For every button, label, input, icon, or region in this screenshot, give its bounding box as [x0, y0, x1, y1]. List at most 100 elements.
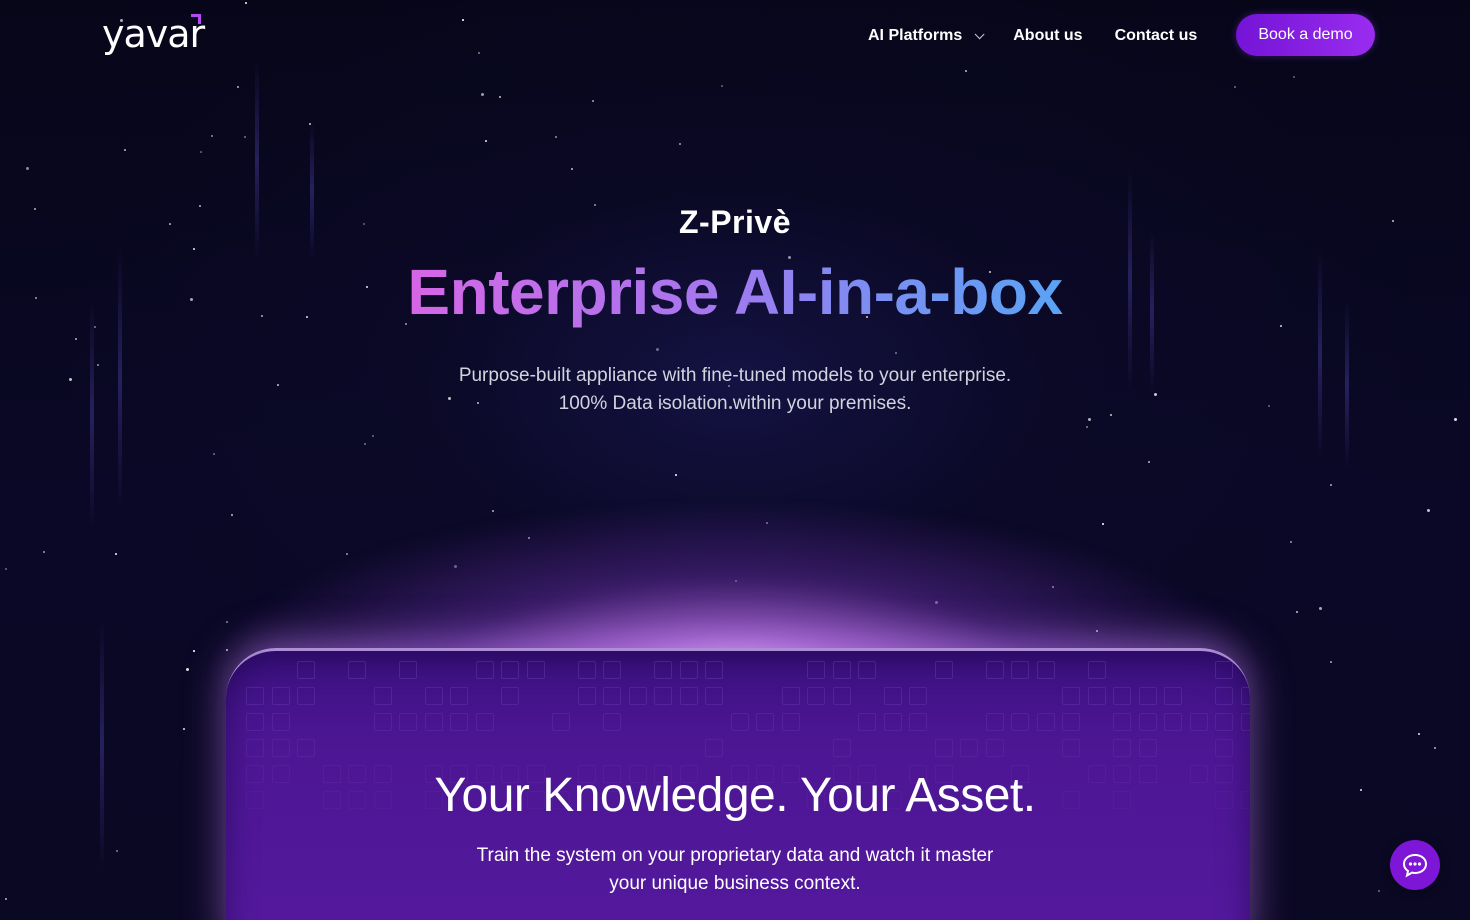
- star: [1319, 607, 1322, 610]
- hero-subtitle-line: 100% Data isolation within your premises…: [558, 393, 912, 414]
- star: [1102, 523, 1104, 525]
- landing-page: yavar AI Platforms About us Contact us B…: [0, 0, 1470, 920]
- star: [5, 568, 7, 570]
- grid-cell: [832, 661, 851, 679]
- star: [115, 553, 117, 555]
- grid-cell: [348, 661, 366, 679]
- star: [499, 96, 501, 98]
- grid-cell: [373, 713, 392, 731]
- grid-cell: [934, 661, 953, 679]
- grid-cell: [450, 713, 468, 731]
- star: [679, 143, 681, 145]
- nav-item-label: AI Platforms: [868, 27, 963, 44]
- grid-cell: [985, 713, 1004, 731]
- light-beam: [100, 620, 104, 870]
- box-subtitle-line: your unique business context.: [609, 873, 861, 894]
- grid-cell: [501, 661, 519, 679]
- grid-cell: [1036, 661, 1055, 679]
- star: [1330, 484, 1332, 486]
- grid-cell: [730, 713, 749, 731]
- star: [193, 248, 195, 250]
- hero-subtitle-line: Purpose-built appliance with fine-tuned …: [458, 365, 1012, 386]
- grid-cell: [399, 713, 417, 731]
- star: [721, 85, 723, 87]
- grid-cell: [858, 661, 876, 679]
- logo-mark-icon: [191, 14, 201, 24]
- grid-cell: [1087, 687, 1106, 705]
- grid-cell: [475, 661, 494, 679]
- hero-headline: Enterprise AI-in-a-box: [0, 254, 1470, 330]
- book-demo-button[interactable]: Book a demo: [1236, 14, 1375, 56]
- grid-cell: [1113, 739, 1131, 757]
- star: [213, 453, 215, 455]
- box-subtitle-line: Train the system on your proprietary dat…: [476, 845, 994, 866]
- grid-cell: [883, 687, 902, 705]
- grid-cell: [781, 687, 800, 705]
- grid-cell: [807, 687, 825, 705]
- grid-cell: [705, 661, 723, 679]
- grid-cell: [705, 687, 723, 705]
- grid-cell: [960, 739, 978, 757]
- grid-cell: [985, 661, 1004, 679]
- star: [1088, 418, 1091, 421]
- logo[interactable]: yavar: [102, 12, 205, 56]
- grid-cell: [1062, 713, 1080, 731]
- star: [555, 136, 557, 138]
- grid-cell: [909, 713, 927, 731]
- star: [592, 100, 594, 102]
- grid-cell: [552, 713, 570, 731]
- star: [1148, 461, 1150, 463]
- grid-cell: [1113, 713, 1131, 731]
- nav-item-about-us[interactable]: About us: [1013, 27, 1082, 45]
- grid-cell: [297, 661, 315, 679]
- grid-cell: [603, 687, 621, 705]
- grid-cell: [271, 713, 290, 731]
- star: [1434, 747, 1436, 749]
- grid-cell: [985, 739, 1004, 757]
- grid-cell: [1011, 713, 1029, 731]
- star: [231, 514, 233, 516]
- grid-cell: [1215, 687, 1233, 705]
- nav-item-contact-us[interactable]: Contact us: [1115, 27, 1198, 45]
- grid-cell: [297, 739, 315, 757]
- box-subtitle: Train the system on your proprietary dat…: [0, 842, 1470, 898]
- star: [1427, 509, 1430, 512]
- grid-cell: [1215, 713, 1233, 731]
- grid-cell: [501, 687, 519, 705]
- grid-cell: [1164, 713, 1182, 731]
- hero-subtitle: Purpose-built appliance with fine-tuned …: [0, 362, 1470, 418]
- star: [895, 352, 897, 354]
- nav-item-ai-platforms[interactable]: AI Platforms: [868, 27, 985, 45]
- grid-cell: [1138, 687, 1157, 705]
- star: [1330, 661, 1332, 663]
- star: [571, 168, 573, 170]
- grid-cell: [1240, 687, 1250, 705]
- grid-cell: [934, 739, 953, 757]
- grid-cell: [1087, 661, 1106, 679]
- grid-cell: [297, 687, 315, 705]
- star: [372, 435, 374, 437]
- grid-cell: [271, 739, 290, 757]
- chat-button[interactable]: [1390, 840, 1440, 890]
- grid-cell: [679, 661, 698, 679]
- grid-cell: [832, 687, 851, 705]
- grid-cell: [883, 713, 902, 731]
- grid-cell: [246, 713, 264, 731]
- grid-cell: [1240, 713, 1250, 731]
- star: [1296, 611, 1298, 613]
- star: [1234, 86, 1236, 88]
- box-title: Your Knowledge. Your Asset.: [434, 769, 1036, 822]
- nav-item-label: Contact us: [1114, 27, 1198, 44]
- product-name: Z-Privè: [679, 204, 791, 240]
- star: [492, 510, 494, 512]
- star: [485, 140, 487, 142]
- grid-cell: [475, 713, 494, 731]
- grid-cell: [373, 687, 392, 705]
- grid-cell: [1113, 687, 1131, 705]
- main-nav: AI Platforms About us Contact us: [868, 24, 1229, 48]
- grid-cell: [781, 713, 800, 731]
- star: [43, 551, 45, 553]
- grid-cell: [1215, 661, 1233, 679]
- grid-cell: [1062, 687, 1080, 705]
- grid-cell: [424, 713, 443, 731]
